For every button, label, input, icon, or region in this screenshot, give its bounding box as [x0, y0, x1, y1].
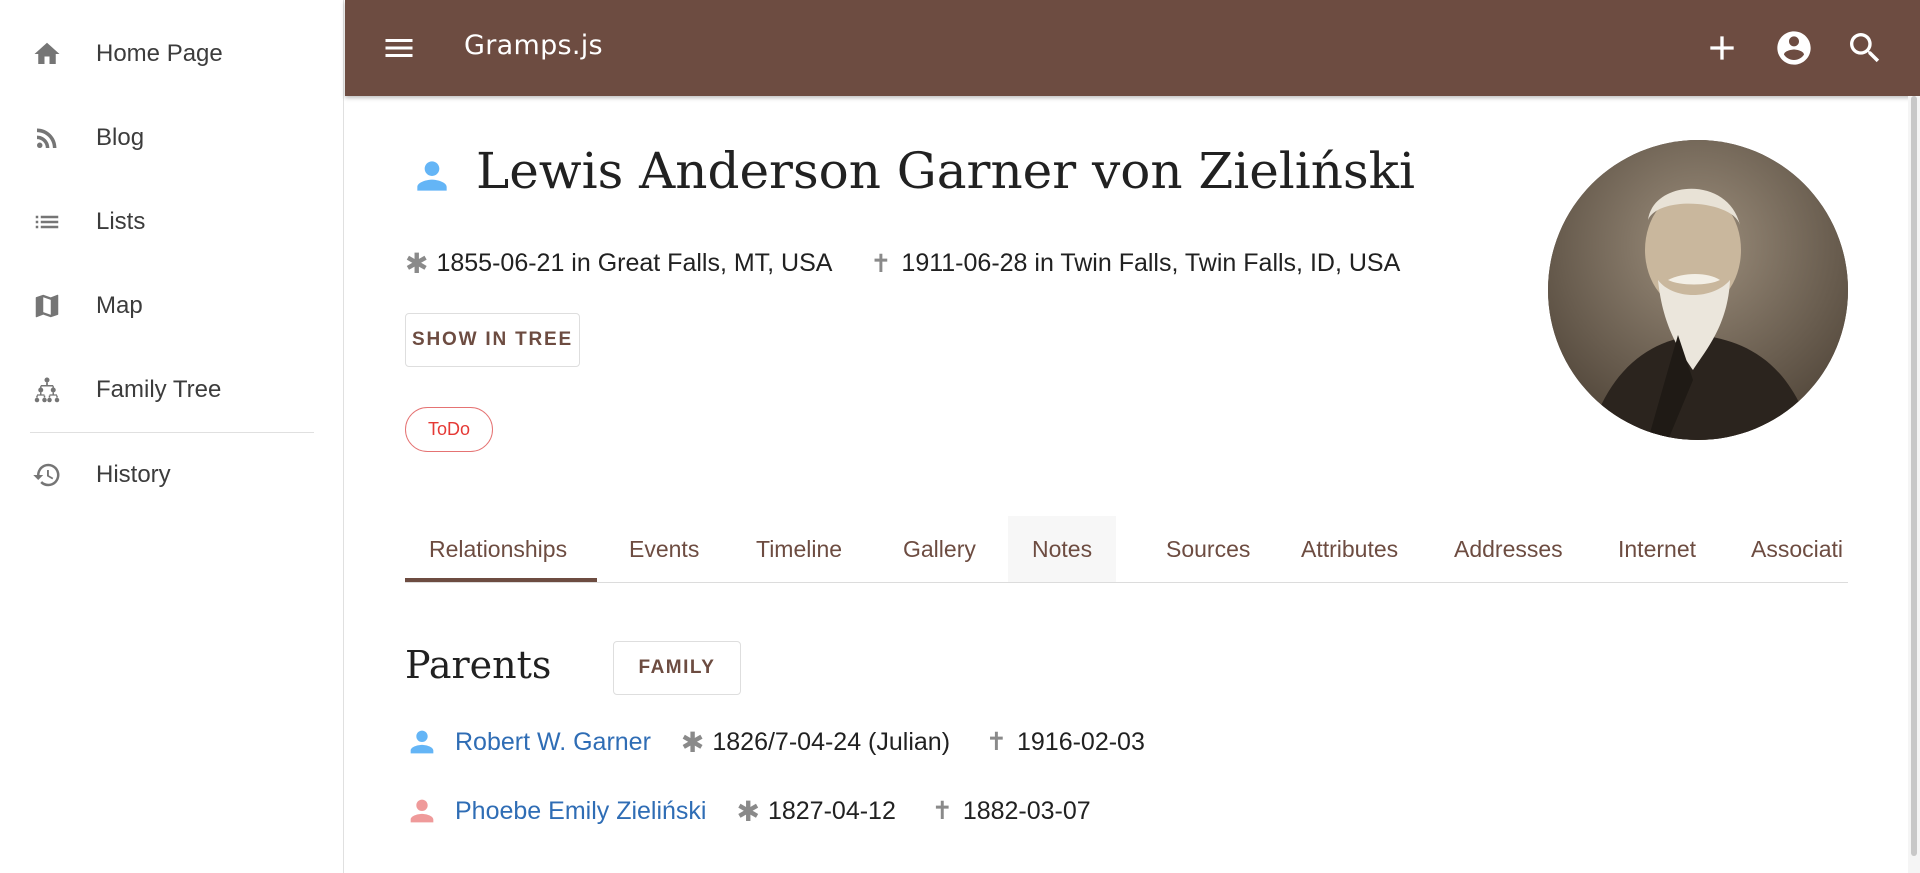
sidebar-item-blog[interactable]: Blog — [0, 96, 344, 180]
map-icon — [30, 289, 64, 323]
person-view: Lewis Anderson Garner von Zieliński ✱ 18… — [345, 96, 1908, 873]
death-icon: ✝ — [870, 249, 892, 278]
death-info: 1911-06-28 in Twin Falls, Twin Falls, ID… — [901, 249, 1401, 277]
parent-row: Robert W. Garner ✱ 1826/7-04-24 (Julian)… — [405, 725, 1145, 759]
parent-birth: 1827-04-12 — [767, 796, 896, 825]
sidebar-item-home-page[interactable]: Home Page — [0, 12, 344, 96]
tab-gallery[interactable]: Gallery — [903, 516, 976, 582]
history-icon — [30, 458, 64, 492]
sidebar-item-label: Blog — [96, 124, 145, 151]
tab-notes[interactable]: Notes — [1008, 516, 1117, 582]
rss-feed-icon — [30, 121, 64, 155]
add-icon[interactable] — [1702, 28, 1742, 68]
tab-relationships[interactable]: Relationships — [429, 516, 567, 582]
sidebar-item-history[interactable]: History — [0, 433, 344, 517]
person-events: ✱ 1855-06-21 in Great Falls, MT, USA ✝ 1… — [405, 247, 1400, 280]
sidebar: Home Page Blog Lists Map Family Tree His… — [0, 0, 344, 873]
home-icon — [30, 37, 64, 71]
person-male-icon — [410, 154, 454, 198]
scrollbar[interactable] — [1908, 96, 1920, 873]
parent-name-link[interactable]: Robert W. Garner — [455, 728, 651, 757]
birth-icon: ✱ — [736, 795, 760, 827]
sidebar-item-map[interactable]: Map — [0, 264, 344, 348]
death-icon: ✝ — [931, 797, 953, 825]
search-icon[interactable] — [1845, 28, 1885, 68]
tab-internet[interactable]: Internet — [1618, 516, 1696, 582]
family-tree-icon — [30, 373, 64, 407]
birth-icon: ✱ — [680, 726, 705, 758]
tab-events[interactable]: Events — [629, 516, 699, 582]
parent-row: Phoebe Emily Zieliński ✱ 1827-04-12 ✝ 18… — [405, 794, 1091, 828]
app-bar: Gramps.js — [345, 0, 1920, 96]
parent-death: 1916-02-03 — [1016, 727, 1145, 756]
parents-title: Parents — [405, 643, 552, 687]
menu-icon[interactable] — [381, 30, 417, 66]
tab-timeline[interactable]: Timeline — [756, 516, 842, 582]
family-button[interactable]: FAMILY — [613, 641, 741, 695]
person-name: Lewis Anderson Garner von Zieliński — [476, 142, 1415, 200]
active-tab-indicator — [405, 578, 597, 582]
account-icon[interactable] — [1774, 28, 1814, 68]
portrait-image — [1548, 140, 1848, 440]
person-male-icon — [405, 725, 439, 759]
birth-info: 1855-06-21 in Great Falls, MT, USA — [436, 249, 833, 277]
sidebar-item-label: Lists — [96, 208, 146, 235]
sidebar-item-lists[interactable]: Lists — [0, 180, 344, 264]
death-icon: ✝ — [986, 728, 1007, 756]
tag-chip[interactable]: ToDo — [405, 407, 493, 452]
tab-attributes[interactable]: Attributes — [1301, 516, 1398, 582]
parent-death: 1882-03-07 — [962, 796, 1091, 825]
sidebar-item-label: History — [96, 461, 171, 488]
sidebar-item-label: Family Tree — [96, 376, 222, 403]
person-portrait[interactable] — [1548, 140, 1848, 440]
person-female-icon — [405, 794, 439, 828]
parent-birth: 1826/7-04-24 (Julian) — [712, 727, 951, 756]
scrollbar-thumb[interactable] — [1911, 96, 1917, 856]
app-title: Gramps.js — [464, 30, 603, 61]
sidebar-item-label: Map — [96, 292, 143, 319]
sidebar-item-label: Home Page — [96, 40, 223, 67]
show-in-tree-button[interactable]: SHOW IN TREE — [405, 313, 580, 367]
birth-icon: ✱ — [405, 248, 429, 279]
sidebar-item-family-tree[interactable]: Family Tree — [0, 348, 344, 432]
list-icon — [30, 205, 64, 239]
tab-sources[interactable]: Sources — [1166, 516, 1250, 582]
person-tabs: Relationships Events Timeline Gallery No… — [405, 516, 1848, 583]
tab-addresses[interactable]: Addresses — [1454, 516, 1563, 582]
tab-associations[interactable]: Associati — [1751, 516, 1843, 582]
parent-name-link[interactable]: Phoebe Emily Zieliński — [455, 797, 707, 826]
